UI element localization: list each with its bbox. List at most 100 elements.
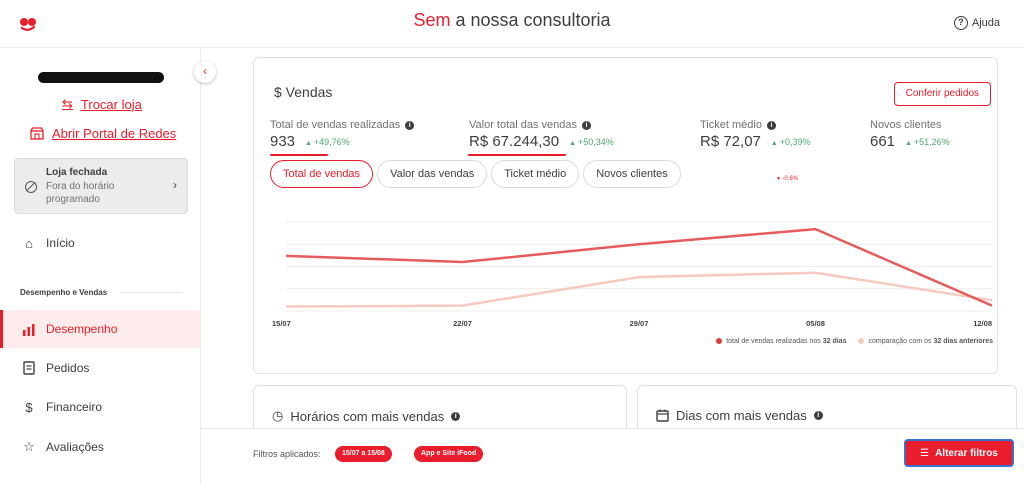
store-status-card[interactable]: Loja fechada Fora do horário programado … bbox=[14, 158, 188, 214]
sidebar-item-label: Início bbox=[46, 236, 75, 250]
kpi-value: 933 bbox=[270, 133, 296, 150]
kpi-label: Ticket médio bbox=[700, 119, 762, 131]
hours-card: ◷ Horários com mais vendas i bbox=[253, 385, 627, 428]
chevron-left-icon: ‹ bbox=[203, 64, 207, 78]
sidebar-item-label: Financeiro bbox=[46, 400, 103, 414]
kpi-value: R$ 72,07 bbox=[700, 133, 761, 150]
sidebar-item-inicio[interactable]: ⌂ Início bbox=[0, 224, 200, 262]
sidebar-item-label: Pedidos bbox=[46, 361, 90, 375]
tab-total-vendas[interactable]: Total de vendas bbox=[270, 160, 374, 188]
help-label: Ajuda bbox=[971, 17, 1000, 29]
star-icon: ☆ bbox=[23, 439, 35, 454]
sales-card: $ Vendas Conferir pedidos Total de venda… bbox=[253, 57, 998, 374]
blocked-icon bbox=[25, 181, 37, 193]
page-title: Sem a nossa consultoria bbox=[0, 10, 1024, 31]
kpi-delta: +0,39% bbox=[771, 137, 811, 147]
open-portal-label: Abrir Portal de Redes bbox=[52, 126, 177, 141]
sidebar-item-label: Desempenho bbox=[46, 322, 118, 336]
change-filters-label: Alterar filtros bbox=[935, 447, 998, 459]
receipt-icon bbox=[23, 361, 35, 375]
x-tick-label: 29/07 bbox=[630, 319, 649, 328]
calendar-icon bbox=[656, 409, 669, 422]
sliders-icon: ☰ bbox=[920, 447, 930, 459]
sales-title: $ Vendas bbox=[274, 84, 333, 100]
filter-chip-date[interactable]: 15/07 a 15/08 bbox=[335, 446, 392, 462]
tab-novos-clientes[interactable]: Novos clientes bbox=[583, 160, 681, 188]
info-icon[interactable]: i bbox=[766, 120, 776, 130]
help-icon: ? bbox=[953, 16, 968, 30]
home-icon: ⌂ bbox=[25, 235, 33, 251]
kpi-label: Valor total das vendas bbox=[469, 119, 578, 131]
legend-item-current: total de vendas realizadas nos 32 dias bbox=[716, 338, 846, 345]
title-accent: Sem bbox=[413, 10, 451, 30]
kpi-value: R$ 67.244,30 bbox=[469, 133, 560, 150]
top-header: Sem a nossa consultoria ? Ajuda bbox=[0, 0, 1024, 48]
tab-valor-vendas[interactable]: Valor das vendas bbox=[377, 160, 488, 188]
negative-delta: -0,6% bbox=[776, 176, 798, 182]
sidebar-item-financeiro[interactable]: $ Financeiro bbox=[0, 388, 200, 426]
kpi-label: Novos clientes bbox=[870, 119, 942, 131]
filters-label: Filtros aplicados: bbox=[253, 449, 321, 459]
store-icon bbox=[30, 127, 44, 140]
info-icon[interactable]: i bbox=[405, 120, 415, 130]
legend-bold: 32 dias bbox=[822, 338, 847, 345]
hours-title: ◷ Horários com mais vendas i bbox=[272, 408, 461, 424]
x-tick-label: 05/08 bbox=[806, 319, 825, 328]
collapse-sidebar-button[interactable]: ‹ bbox=[194, 61, 216, 83]
clock-icon: ◷ bbox=[272, 408, 284, 423]
legend-dot bbox=[716, 338, 723, 344]
sidebar-item-label: Avaliações bbox=[46, 440, 104, 454]
info-icon[interactable]: i bbox=[813, 411, 823, 420]
change-store-label: Trocar loja bbox=[80, 96, 142, 112]
kpi-new-customers: Novos clientes 661 +51,26% bbox=[870, 119, 950, 150]
info-icon[interactable]: i bbox=[582, 120, 592, 130]
sidebar-item-desempenho[interactable]: Desempenho bbox=[0, 310, 200, 348]
store-status-title: Loja fechada bbox=[46, 167, 108, 178]
kpi-total-value: Valor total das vendas i R$ 67.244,30 +50,… bbox=[469, 119, 614, 150]
redacted-store-name bbox=[38, 72, 164, 83]
kpi-delta: +51,26% bbox=[905, 137, 950, 147]
swap-icon: ⇆ bbox=[62, 96, 73, 111]
kpi-delta: +50,34% bbox=[569, 137, 614, 147]
chart-icon bbox=[23, 323, 35, 336]
help-button[interactable]: ? Ajuda bbox=[953, 16, 1000, 30]
change-filters-button[interactable]: ☰ Alterar filtros bbox=[904, 439, 1014, 467]
info-icon[interactable]: i bbox=[451, 411, 461, 421]
store-status-subtitle: Fora do horário programado bbox=[46, 181, 115, 205]
days-title: Dias com mais vendas i bbox=[656, 408, 823, 423]
legend-dot bbox=[858, 338, 865, 344]
x-tick-label: 12/08 bbox=[973, 319, 992, 328]
dollar-icon: $ bbox=[25, 399, 33, 415]
kpi-label: Total de vendas realizadas bbox=[270, 119, 401, 131]
series-line bbox=[285, 227, 993, 307]
main-content: $ Vendas Conferir pedidos Total de venda… bbox=[201, 48, 1024, 428]
kpi-value: 661 bbox=[870, 133, 896, 150]
filter-bar: Filtros aplicados: 15/07 a 15/08 App e S… bbox=[201, 428, 1024, 480]
sidebar: ⇆ Trocar loja Abrir Portal de Redes Loja… bbox=[0, 48, 201, 485]
hours-title-text: Horários com mais vendas bbox=[290, 408, 445, 424]
legend-item-previous: comparação com os 32 dias anteriores bbox=[858, 338, 993, 345]
metric-tabs: Total de vendas Valor das vendas Ticket … bbox=[270, 160, 681, 188]
series-line bbox=[285, 271, 993, 308]
filter-chip-channel[interactable]: App e Site iFood bbox=[414, 446, 484, 462]
sidebar-item-avaliacoes[interactable]: ☆ Avaliações bbox=[0, 428, 200, 466]
section-divider bbox=[120, 292, 182, 293]
legend-prefix: total de vendas realizadas nos bbox=[726, 338, 823, 345]
chevron-right-icon: › bbox=[173, 178, 177, 192]
x-tick-label: 22/07 bbox=[453, 319, 472, 328]
sidebar-item-pedidos[interactable]: Pedidos bbox=[0, 349, 200, 387]
kpi-delta: +49,76% bbox=[305, 137, 350, 147]
annotation-underline bbox=[270, 154, 328, 156]
kpi-total-sales: Total de vendas realizadas i 933 +49,76% bbox=[270, 119, 415, 150]
legend-prefix: comparação com os bbox=[868, 338, 934, 345]
title-rest: a nossa consultoria bbox=[450, 10, 611, 30]
days-title-text: Dias com mais vendas bbox=[676, 408, 807, 423]
open-portal-link[interactable]: Abrir Portal de Redes bbox=[30, 126, 176, 141]
x-tick-label: 15/07 bbox=[272, 319, 291, 328]
sales-line-chart: 15/07 22/07 29/07 05/08 12/08 bbox=[272, 221, 993, 328]
legend-bold: 32 dias anteriores bbox=[933, 338, 993, 345]
chart-legend: total de vendas realizadas nos 32 dias c… bbox=[716, 338, 993, 345]
change-store-link[interactable]: ⇆ Trocar loja bbox=[62, 96, 142, 112]
check-orders-button[interactable]: Conferir pedidos bbox=[893, 82, 991, 106]
tab-ticket-medio[interactable]: Ticket médio bbox=[491, 160, 580, 188]
